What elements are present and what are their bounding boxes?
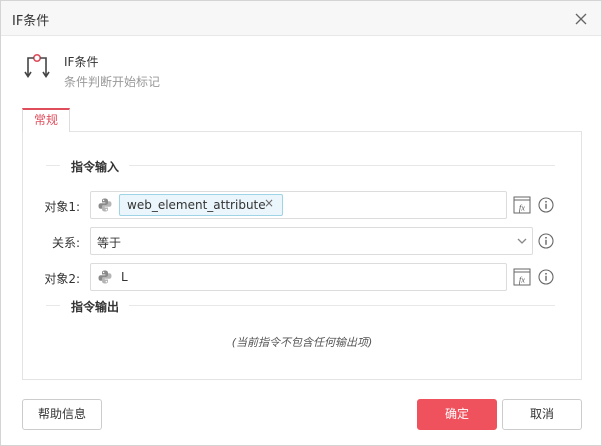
info-icon[interactable]	[538, 269, 554, 285]
output-section-title: 指令输出	[71, 300, 120, 314]
info-icon[interactable]	[538, 197, 554, 213]
fx-icon[interactable]: fx	[513, 268, 531, 286]
ok-button[interactable]: 确定	[417, 399, 497, 430]
svg-text:fx: fx	[519, 203, 525, 213]
cancel-button[interactable]: 取消	[502, 399, 582, 430]
output-empty-note: (当前指令不包含任何输出项)	[231, 336, 373, 349]
output-section-divider-left	[46, 305, 60, 306]
svg-text:fx: fx	[519, 275, 525, 285]
input-section-title: 指令输入	[71, 160, 120, 174]
header-subtitle: 条件判断开始标记	[64, 75, 161, 89]
output-section-divider-right	[129, 305, 555, 306]
close-icon[interactable]	[570, 8, 592, 30]
object1-tag: web_element_attribute ×	[119, 194, 283, 216]
object2-field[interactable]	[90, 263, 507, 291]
if-condition-icon	[24, 53, 50, 78]
object2-value: L	[121, 270, 128, 284]
python-icon	[98, 198, 112, 212]
input-section-divider-left	[46, 165, 60, 166]
object1-label: 对象1:	[44, 200, 80, 214]
fx-icon[interactable]: fx	[513, 196, 531, 214]
object1-tag-text: web_element_attribute	[127, 198, 266, 212]
window-title: IF条件	[12, 14, 50, 29]
info-icon[interactable]	[538, 233, 554, 249]
tag-remove-icon[interactable]: ×	[264, 196, 274, 210]
python-icon	[98, 270, 112, 284]
relation-label: 关系:	[51, 236, 80, 250]
relation-select-value: 等于	[97, 236, 122, 250]
if-condition-dialog: IF条件 IF条件 条件判断开始标记 常规 指令输入 对象1: web_elem…	[0, 0, 602, 446]
header-title: IF条件	[64, 55, 99, 69]
chevron-down-icon[interactable]	[516, 235, 528, 247]
tab-general[interactable]: 常规	[22, 108, 70, 132]
title-bar: IF条件	[1, 1, 601, 36]
object2-label: 对象2:	[44, 272, 80, 286]
input-section-divider-right	[129, 165, 555, 166]
relation-select[interactable]	[90, 227, 533, 255]
help-button[interactable]: 帮助信息	[22, 399, 102, 430]
